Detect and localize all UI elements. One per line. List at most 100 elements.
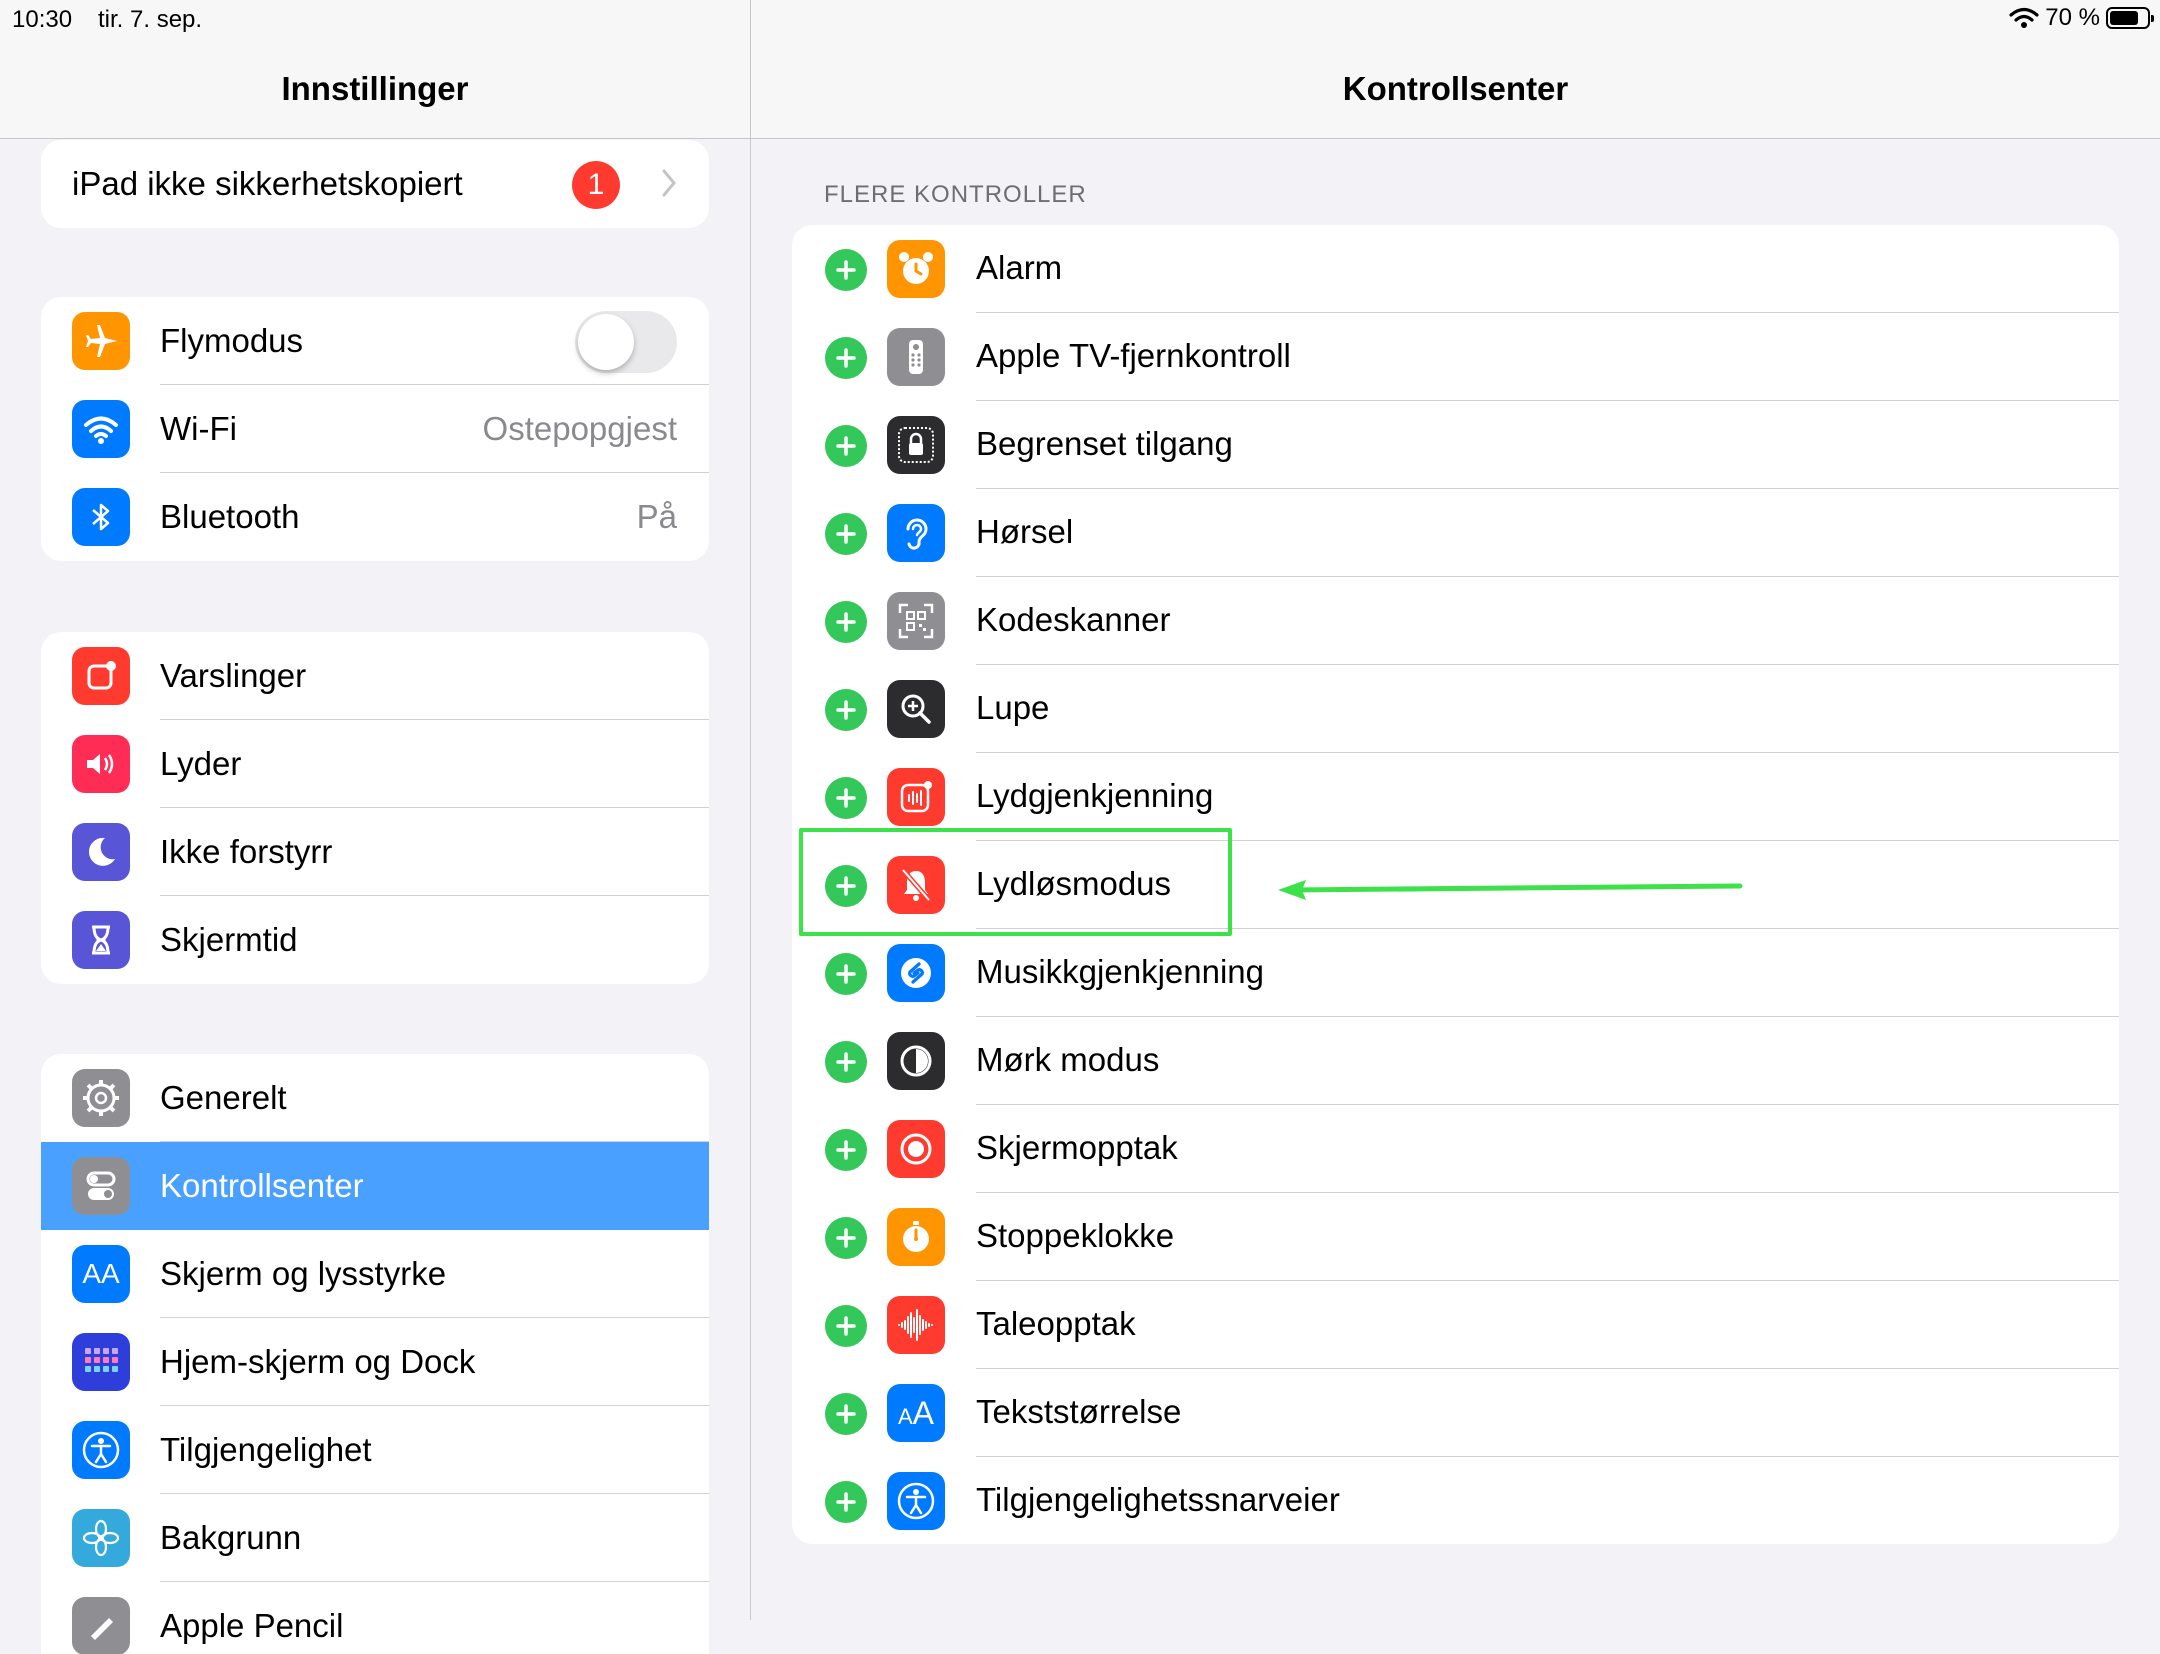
add-button[interactable] xyxy=(825,249,867,291)
add-button[interactable] xyxy=(825,953,867,995)
backup-row[interactable]: iPad ikke sikkerhetskopiert 1 xyxy=(41,140,709,228)
sidebar-title: Innstillinger xyxy=(281,70,469,107)
sidebar-item-wifi[interactable]: Wi-Fi Ostepopgjest xyxy=(41,385,709,473)
add-button[interactable] xyxy=(825,1305,867,1347)
remote-icon xyxy=(887,328,945,386)
control-row-accessibility-shortcuts: Tilgjengelighetssnarveier xyxy=(792,1457,2119,1544)
sidebar-item-skjermtid[interactable]: Skjermtid xyxy=(41,896,709,984)
control-row-voice-memos: Taleopptak xyxy=(792,1281,2119,1369)
control-row-text-size: AA Tekststørrelse xyxy=(792,1369,2119,1457)
control-label: Begrenset tilgang xyxy=(976,425,1233,462)
moon-icon xyxy=(72,823,130,881)
ear-icon xyxy=(887,504,945,562)
dark-mode-icon xyxy=(887,1032,945,1090)
notifications-group: Varslinger Lyder Ikke forstyrr Skjermtid xyxy=(41,632,709,984)
control-label: Tekststørrelse xyxy=(976,1393,1182,1430)
toggle-knob xyxy=(578,314,634,370)
control-label: Kodeskanner xyxy=(976,601,1171,638)
sidebar-item-label: Flymodus xyxy=(160,322,304,359)
text-size-icon: AA xyxy=(72,1245,130,1303)
control-row-dark-mode: Mørk modus xyxy=(792,1017,2119,1105)
status-date: tir. 7. sep. xyxy=(98,6,203,33)
sidebar-item-label: Lyder xyxy=(160,745,242,782)
sidebar-item-label: Skjerm og lysstyrke xyxy=(160,1255,447,1292)
sidebar-item-varslinger[interactable]: Varslinger xyxy=(41,632,709,720)
add-button[interactable] xyxy=(825,601,867,643)
sidebar-item-generelt[interactable]: Generelt xyxy=(41,1054,709,1142)
flower-icon xyxy=(72,1509,130,1567)
control-row-stopwatch: Stoppeklokke xyxy=(792,1193,2119,1281)
detail-title: Kontrollsenter xyxy=(1342,70,1569,107)
hourglass-icon xyxy=(72,911,130,969)
bluetooth-status-value: På xyxy=(636,498,677,535)
control-row-guided-access: Begrenset tilgang xyxy=(792,401,2119,489)
sidebar-item-label: Apple Pencil xyxy=(160,1607,344,1644)
backup-label: iPad ikke sikkerhetskopiert xyxy=(72,165,463,202)
chevron-right-icon xyxy=(662,169,676,197)
sidebar-item-apple-pencil[interactable]: Apple Pencil xyxy=(41,1582,709,1654)
add-button[interactable] xyxy=(825,513,867,555)
record-icon xyxy=(887,1120,945,1178)
sidebar-item-kontrollsenter[interactable]: Kontrollsenter xyxy=(41,1142,709,1230)
sidebar-item-tilgjengelighet[interactable]: Tilgjengelighet xyxy=(41,1406,709,1494)
magnifier-icon xyxy=(887,680,945,738)
sidebar-item-flymodus[interactable]: Flymodus xyxy=(41,297,709,385)
general-group: Generelt Kontrollsenter AA Skjerm og lys… xyxy=(41,1054,709,1654)
status-bar: 10:30 tir. 7. sep. 70 % xyxy=(0,0,2160,40)
backup-group: iPad ikke sikkerhetskopiert 1 xyxy=(41,140,709,228)
grid-icon xyxy=(72,1333,130,1391)
sidebar-item-hjem-skjerm[interactable]: Hjem-skjerm og Dock xyxy=(41,1318,709,1406)
add-button[interactable] xyxy=(825,425,867,467)
add-button[interactable] xyxy=(825,1393,867,1435)
gear-icon xyxy=(72,1069,130,1127)
add-button[interactable] xyxy=(825,337,867,379)
control-row-code-scanner: Kodeskanner xyxy=(792,577,2119,665)
section-header: FLERE KONTROLLER xyxy=(824,181,1087,208)
control-row-screen-recording: Skjermopptak xyxy=(792,1105,2119,1193)
add-button[interactable] xyxy=(825,777,867,819)
status-time: 10:30 xyxy=(12,6,73,33)
add-button[interactable] xyxy=(825,1041,867,1083)
add-button[interactable] xyxy=(825,1217,867,1259)
sidebar-item-label: Skjermtid xyxy=(160,921,298,958)
control-label: Lydgjenkjenning xyxy=(976,777,1214,814)
bluetooth-icon xyxy=(72,488,130,546)
status-right: 70 % xyxy=(2009,4,2154,32)
shazam-icon xyxy=(887,944,945,1002)
accessibility-icon xyxy=(72,1421,130,1479)
sidebar-item-label: Ikke forstyrr xyxy=(160,833,333,870)
sound-recognition-icon xyxy=(887,768,945,826)
control-row-music-recognition: Musikkgjenkjenning xyxy=(792,929,2119,1017)
add-button[interactable] xyxy=(825,1481,867,1523)
control-row-apple-tv-remote: Apple TV-fjernkontroll xyxy=(792,313,2119,401)
battery-icon xyxy=(2106,7,2154,29)
control-label: Tilgjengelighetssnarveier xyxy=(976,1481,1340,1518)
control-row-hearing: Hørsel xyxy=(792,489,2119,577)
sidebar-item-label: Generelt xyxy=(160,1079,287,1116)
sidebar-item-ikke-forstyrr[interactable]: Ikke forstyrr xyxy=(41,808,709,896)
sidebar-item-bluetooth[interactable]: Bluetooth På xyxy=(41,473,709,561)
lock-icon xyxy=(887,416,945,474)
sidebar-item-label: Tilgjengelighet xyxy=(160,1431,372,1468)
control-label: Alarm xyxy=(976,249,1063,286)
control-label: Mørk modus xyxy=(976,1041,1160,1078)
add-button[interactable] xyxy=(825,1129,867,1171)
control-label: Hørsel xyxy=(976,513,1074,550)
sidebar-item-lyder[interactable]: Lyder xyxy=(41,720,709,808)
wifi-status-icon xyxy=(2009,7,2039,28)
sidebar-item-label: Wi-Fi xyxy=(160,410,237,447)
sidebar-item-bakgrunn[interactable]: Bakgrunn xyxy=(41,1494,709,1582)
qr-icon xyxy=(887,592,945,650)
control-label: Lupe xyxy=(976,689,1050,726)
sidebar-item-label: Bakgrunn xyxy=(160,1519,302,1556)
notifications-icon xyxy=(72,647,130,705)
add-button[interactable] xyxy=(825,689,867,731)
sidebar-item-label: Bluetooth xyxy=(160,498,300,535)
text-size-icon: AA xyxy=(887,1384,945,1442)
sidebar-item-label: Varslinger xyxy=(160,657,307,694)
settings-sidebar: Innstillinger iPad ikke sikkerhetskopier… xyxy=(0,0,750,1654)
airplane-toggle[interactable] xyxy=(575,311,677,373)
backup-badge: 1 xyxy=(572,161,620,209)
control-row-magnifier: Lupe xyxy=(792,665,2119,753)
sidebar-item-skjerm-og-lysstyrke[interactable]: AA Skjerm og lysstyrke xyxy=(41,1230,709,1318)
